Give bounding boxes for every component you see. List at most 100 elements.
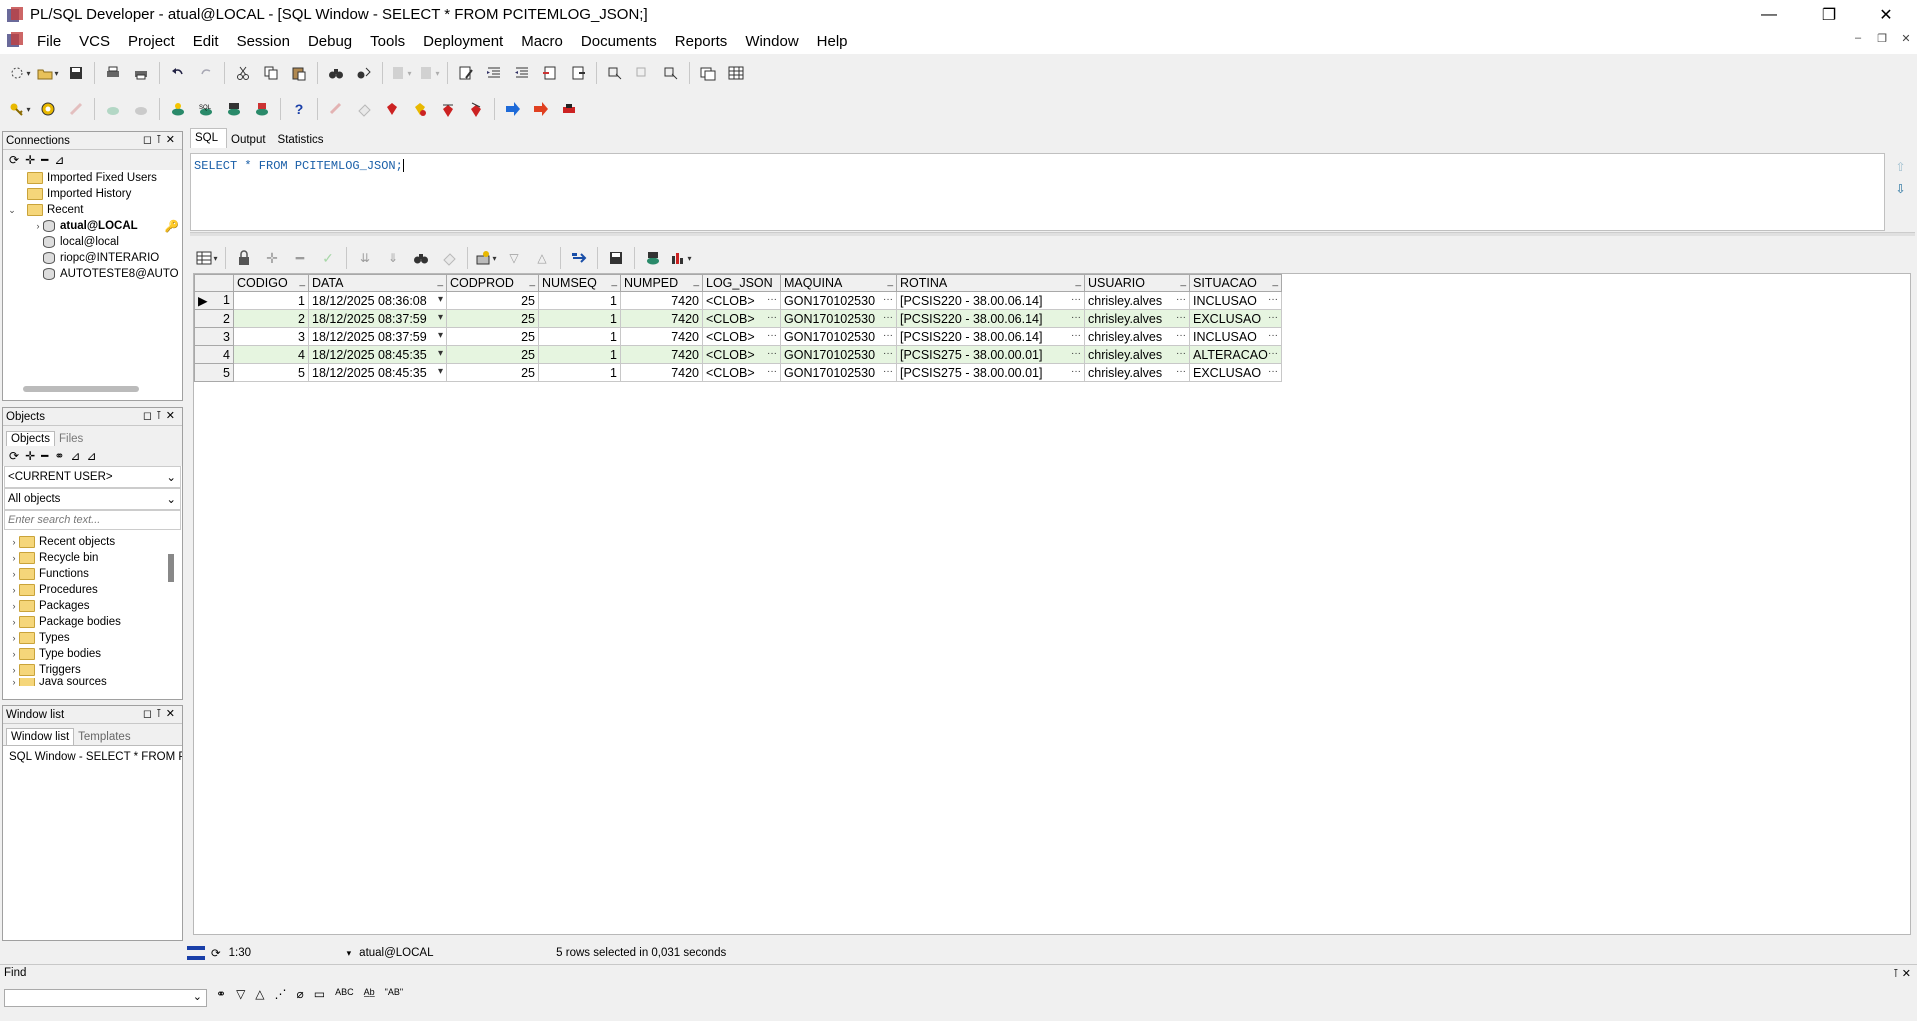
ellipsis-button[interactable]: ··· bbox=[1268, 366, 1278, 377]
column-header-numped[interactable]: NUMPED _ bbox=[620, 274, 703, 292]
panel-buttons[interactable]: ◻⊺✕ bbox=[143, 409, 179, 422]
find-icon[interactable] bbox=[322, 60, 350, 86]
dropdown-icon[interactable]: ▾ bbox=[438, 330, 443, 341]
chart-icon[interactable]: ▾ bbox=[667, 245, 695, 271]
remove-icon[interactable]: ━ bbox=[41, 449, 48, 463]
find-previous-icon[interactable]: △ bbox=[255, 987, 264, 1001]
ellipsis-button[interactable]: ··· bbox=[1071, 348, 1081, 359]
column-header-maquina[interactable]: MAQUINA _ bbox=[780, 274, 897, 292]
tree-item-riopc[interactable]: riopc@INTERARIO bbox=[7, 250, 182, 266]
scroll-up-icon[interactable]: ⇧ bbox=[1886, 160, 1915, 174]
ellipsis-button[interactable]: ··· bbox=[1071, 294, 1081, 305]
open-icon[interactable]: ▾ bbox=[34, 60, 62, 86]
mdi-minimize-icon[interactable]: – bbox=[1846, 32, 1870, 44]
horizontal-scrollbar[interactable] bbox=[23, 386, 139, 392]
add-icon[interactable]: ✛ bbox=[25, 153, 35, 167]
delete-record-icon[interactable]: ━ bbox=[286, 245, 314, 271]
cell-numped[interactable]: 7420 bbox=[620, 327, 703, 346]
insert-record-icon[interactable]: ✛ bbox=[258, 245, 286, 271]
tab-output[interactable]: Output bbox=[227, 128, 274, 148]
ellipsis-button[interactable]: ··· bbox=[767, 294, 777, 305]
ellipsis-button[interactable]: ··· bbox=[1071, 330, 1081, 341]
ellipsis-button[interactable]: ··· bbox=[1176, 312, 1186, 323]
window-arrange-icon[interactable] bbox=[657, 60, 685, 86]
cell-data[interactable]: 18/12/2025 08:37:59 ▾ bbox=[308, 327, 447, 346]
chevron-right-icon[interactable]: › bbox=[33, 221, 43, 231]
indent-icon[interactable] bbox=[480, 60, 508, 86]
cell-codprod[interactable]: 25 bbox=[446, 345, 539, 364]
menu-macro[interactable]: Macro bbox=[512, 29, 572, 54]
table-row[interactable]: ▶ 1 1 18/12/2025 08:36:08 ▾ 25 1 7420 <CLO… bbox=[194, 291, 1282, 310]
fetch-all-icon[interactable]: ⇓ bbox=[379, 245, 407, 271]
cell-maquina[interactable]: GON170102530 ··· bbox=[780, 291, 897, 310]
post-changes-icon[interactable]: ✓ bbox=[314, 245, 342, 271]
tree-item-functions[interactable]: › Functions bbox=[9, 566, 182, 582]
debug-eraser-icon[interactable] bbox=[350, 96, 378, 122]
regex-icon[interactable]: A̲b̲ bbox=[364, 987, 375, 1001]
cell-rotina[interactable]: [PCSIS275 - 38.00.00.01] ··· bbox=[896, 363, 1085, 382]
tree-item-triggers[interactable]: › Triggers bbox=[9, 662, 182, 678]
splitter[interactable] bbox=[190, 232, 1915, 236]
chevron-down-icon[interactable]: ⌄ bbox=[193, 990, 202, 1003]
find-icon[interactable]: ⚭ bbox=[54, 449, 64, 463]
search-input[interactable]: Enter search text... bbox=[4, 510, 181, 530]
cell-usuario[interactable]: chrisley.alves ··· bbox=[1084, 291, 1190, 310]
debug-step-out-icon[interactable] bbox=[462, 96, 490, 122]
table-row[interactable]: 5 5 18/12/2025 08:45:35 ▾ 25 1 7420 <CLOB… bbox=[194, 363, 1282, 382]
grid-select-icon[interactable]: ▾ bbox=[193, 245, 221, 271]
table-row[interactable]: 3 3 18/12/2025 08:37:59 ▾ 25 1 7420 <CLOB… bbox=[194, 327, 1282, 346]
ellipsis-button[interactable]: ··· bbox=[767, 366, 777, 377]
copy-icon[interactable] bbox=[257, 60, 285, 86]
tab-objects[interactable]: Objects bbox=[6, 431, 55, 446]
menu-project[interactable]: Project bbox=[119, 29, 184, 54]
column-header-log-json[interactable]: LOG_JSON bbox=[702, 274, 781, 292]
panel-buttons[interactable]: ◻⊺✕ bbox=[143, 707, 179, 720]
cell-data[interactable]: 18/12/2025 08:45:35 ▾ bbox=[308, 363, 447, 382]
clear-highlight-icon[interactable]: ⌀ bbox=[297, 987, 304, 1001]
dropdown-icon[interactable]: ▾ bbox=[438, 366, 443, 377]
debug-step-over-icon[interactable] bbox=[434, 96, 462, 122]
query-by-example-icon[interactable]: ▾ bbox=[472, 245, 500, 271]
commit-icon[interactable] bbox=[99, 96, 127, 122]
cell-maquina[interactable]: GON170102530 ··· bbox=[780, 345, 897, 364]
cell-codigo[interactable]: 3 bbox=[233, 327, 309, 346]
print-icon[interactable] bbox=[99, 60, 127, 86]
tab-statistics[interactable]: Statistics bbox=[274, 128, 332, 148]
find-binoculars-icon[interactable]: ⚭ bbox=[216, 987, 226, 1001]
cell-codigo[interactable]: 5 bbox=[233, 363, 309, 382]
window-tile-icon[interactable] bbox=[601, 60, 629, 86]
table-row[interactable]: 4 4 18/12/2025 08:45:35 ▾ 25 1 7420 <CLOB… bbox=[194, 345, 1282, 364]
menu-help[interactable]: Help bbox=[808, 29, 857, 54]
cell-numped[interactable]: 7420 bbox=[620, 345, 703, 364]
ellipsis-button[interactable]: ··· bbox=[1176, 366, 1186, 377]
ellipsis-button[interactable]: ··· bbox=[767, 312, 777, 323]
chevron-down-icon[interactable]: ⌄ bbox=[7, 205, 17, 216]
lock-icon[interactable] bbox=[230, 245, 258, 271]
tree-item-imported-history[interactable]: Imported History bbox=[7, 186, 182, 202]
remove-icon[interactable]: ━ bbox=[41, 153, 48, 167]
tree-item-autoteste8[interactable]: AUTOTESTE8@AUTO bbox=[7, 266, 182, 282]
cell-usuario[interactable]: chrisley.alves ··· bbox=[1084, 327, 1190, 346]
column-header-codprod[interactable]: CODPROD _ bbox=[446, 274, 539, 292]
ellipsis-button[interactable]: ··· bbox=[1268, 294, 1278, 305]
menu-reports[interactable]: Reports bbox=[666, 29, 737, 54]
tree-item-local-local[interactable]: local@local bbox=[7, 234, 182, 250]
cell-usuario[interactable]: chrisley.alves ··· bbox=[1084, 363, 1190, 382]
single-record-view-icon[interactable] bbox=[565, 245, 593, 271]
execute-gear-icon[interactable] bbox=[34, 96, 62, 122]
cell-log-json[interactable]: <CLOB> ··· bbox=[702, 345, 781, 364]
tree-item-package-bodies[interactable]: › Package bodies bbox=[9, 614, 182, 630]
cell-codprod[interactable]: 25 bbox=[446, 327, 539, 346]
cell-situacao[interactable]: INCLUSAO ··· bbox=[1189, 327, 1282, 346]
add-icon[interactable]: ✛ bbox=[25, 449, 35, 463]
filter-icon[interactable]: ⊿ bbox=[70, 449, 80, 463]
menu-documents[interactable]: Documents bbox=[572, 29, 666, 54]
column-header-codigo[interactable]: CODIGO _ bbox=[233, 274, 309, 292]
minimize-icon[interactable]: — bbox=[1746, 0, 1792, 29]
ellipsis-button[interactable]: ··· bbox=[1176, 348, 1186, 359]
comment-icon[interactable] bbox=[536, 60, 564, 86]
find-next-icon[interactable]: ▽ bbox=[236, 987, 245, 1001]
cell-codigo[interactable]: 1 bbox=[233, 291, 309, 310]
back-icon[interactable]: ▾ bbox=[387, 60, 415, 86]
redo-icon[interactable] bbox=[192, 60, 220, 86]
